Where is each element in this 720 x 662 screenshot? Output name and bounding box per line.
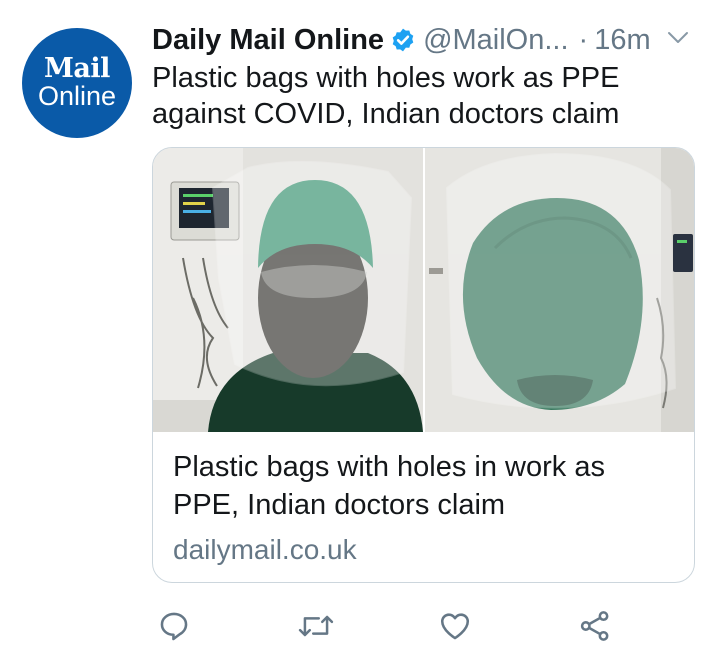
verified-badge-icon bbox=[392, 28, 414, 52]
avatar[interactable]: Mail Online bbox=[22, 28, 132, 138]
author-name[interactable]: Daily Mail Online bbox=[152, 24, 384, 57]
card-image-back[interactable] bbox=[425, 148, 694, 432]
timestamp[interactable]: 16m bbox=[594, 24, 650, 57]
retweet-icon bbox=[298, 615, 334, 637]
avatar-logo-line1: Mail bbox=[44, 53, 110, 84]
card-image-front[interactable] bbox=[153, 148, 423, 432]
separator-dot: · bbox=[578, 23, 589, 56]
tweet-text: Plastic bags with holes work as PPE agai… bbox=[152, 62, 620, 130]
heart-icon bbox=[440, 613, 470, 640]
share-icon bbox=[580, 611, 609, 641]
tweet-actions bbox=[152, 606, 672, 646]
reply-icon bbox=[160, 612, 188, 641]
author-handle[interactable]: @MailOn... bbox=[423, 24, 568, 57]
chevron-down-icon[interactable] bbox=[666, 28, 690, 48]
avatar-logo-line2: Online bbox=[37, 81, 117, 111]
card-title: Plastic bags with holes in work as PPE, … bbox=[173, 451, 605, 521]
like-button[interactable] bbox=[435, 606, 475, 646]
reply-button[interactable] bbox=[154, 606, 194, 646]
link-card[interactable]: Plastic bags with holes in work as PPE, … bbox=[152, 147, 695, 583]
card-domain: dailymail.co.uk bbox=[173, 534, 357, 565]
retweet-button[interactable] bbox=[296, 606, 336, 646]
tweet-header: Daily Mail Online @MailOn... · 16m bbox=[152, 20, 651, 60]
share-button[interactable] bbox=[575, 606, 615, 646]
